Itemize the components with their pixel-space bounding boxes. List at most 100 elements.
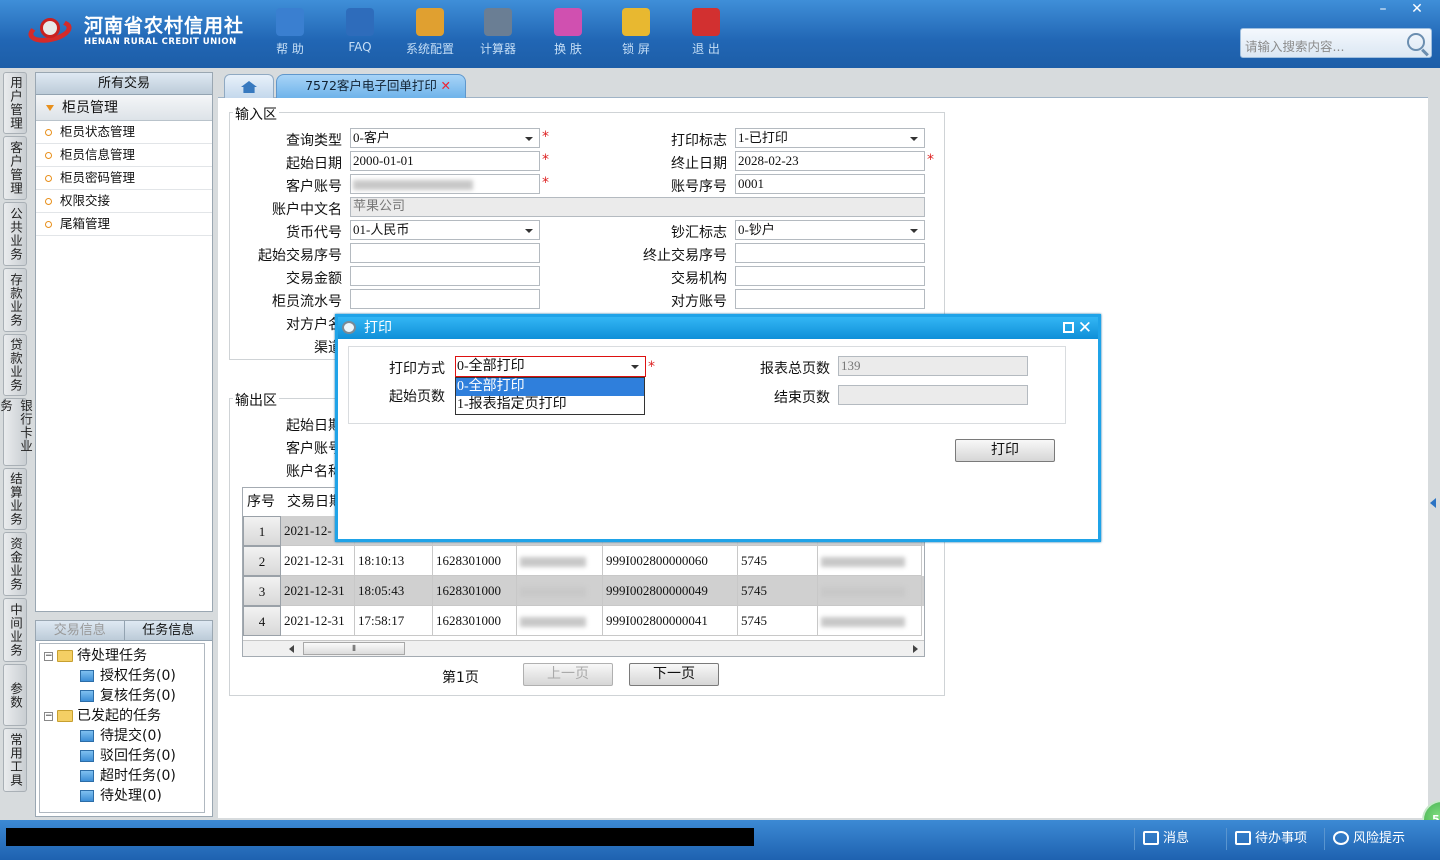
scroll-thumb[interactable]: ⦀ <box>303 642 405 655</box>
side-item-4[interactable]: 尾箱管理 <box>36 213 212 236</box>
side-group-teller-mgmt[interactable]: 柜员管理 <box>36 95 212 121</box>
print-dialog: 打印 ✕ 打印方式 0-全部打印 * 0-全部打印 1-报表指定页打印 起始页数… <box>335 314 1101 542</box>
collapse-arrow-icon[interactable] <box>1430 498 1436 508</box>
scroll-right-icon[interactable] <box>913 645 918 653</box>
tree-node[interactable]: 驳回任务(0) <box>80 746 176 766</box>
side-item-3[interactable]: 权限交接 <box>36 190 212 213</box>
left-tab-10[interactable]: 常用工具 <box>3 728 27 792</box>
task-panel: 交易信息 任务信息 − 待处理任务 授权任务(0) 复核任务(0) − 已发起的任务 待提交… <box>35 620 213 817</box>
toolbar-button-3[interactable]: 计算器 <box>468 8 528 57</box>
start-date-input[interactable]: 2000-01-01 <box>350 151 540 171</box>
table-cell: 999I002800000041 <box>603 606 738 636</box>
table-row[interactable]: 4 2021-12-31 17:58:17 1628301000 999I0028000… <box>243 606 924 636</box>
left-tab-7[interactable]: 资金业务 <box>3 532 27 596</box>
account-input[interactable] <box>350 174 540 194</box>
toolbar-button-2[interactable]: 系统配置 <box>400 8 460 57</box>
toolbar-button-0[interactable]: 帮 助 <box>260 8 320 57</box>
toolbar-button-5[interactable]: 锁 屏 <box>606 8 666 57</box>
toolbar-button-1[interactable]: FAQ <box>330 8 390 54</box>
table-cell: 999I002800000060 <box>603 546 738 576</box>
col-header-no[interactable]: 序号 <box>243 488 283 516</box>
task-icon <box>80 690 94 702</box>
query-type-select[interactable]: 0-客户 <box>350 128 540 148</box>
amount-input[interactable] <box>350 266 540 286</box>
dialog-close-icon[interactable]: ✕ <box>1078 317 1092 339</box>
tab-7572[interactable]: 7572客户电子回单打印 ✕ <box>276 74 466 98</box>
left-tab-3[interactable]: 存款业务 <box>3 268 27 332</box>
search-input[interactable]: 请输入搜索内容... <box>1240 28 1432 58</box>
output-legend: 输出区 <box>233 390 279 410</box>
account-seq-input[interactable]: 0001 <box>735 174 925 194</box>
tab-task-info[interactable]: 任务信息 <box>125 621 213 640</box>
masked-cell <box>517 576 603 606</box>
side-item-1[interactable]: 柜员信息管理 <box>36 144 212 167</box>
status-risk[interactable]: 风险提示 <box>1324 828 1434 850</box>
left-tab-5[interactable]: 银行卡业务 <box>0 398 33 466</box>
cash-flag-select[interactable]: 0-钞户 <box>735 220 925 240</box>
start-txn-seq-label: 起始交易序号 <box>258 248 342 264</box>
collapse-icon[interactable]: − <box>44 651 53 661</box>
amount-label: 交易金额 <box>286 271 342 287</box>
counter-account-input[interactable] <box>735 289 925 309</box>
status-todo[interactable]: 待办事项 <box>1226 828 1324 850</box>
left-tab-2[interactable]: 公共业务 <box>3 202 27 266</box>
print-mode-option[interactable]: 0-全部打印 <box>456 378 644 396</box>
end-date-input[interactable]: 2028-02-23 <box>735 151 925 171</box>
masked-cell <box>818 576 922 606</box>
scroll-left-icon[interactable] <box>289 645 294 653</box>
print-flag-select[interactable]: 1-已打印 <box>735 128 925 148</box>
tree-node[interactable]: 复核任务(0) <box>80 686 176 706</box>
tab-transaction-info[interactable]: 交易信息 <box>36 621 125 640</box>
home-tab[interactable] <box>224 74 274 98</box>
tab-close-icon[interactable]: ✕ <box>441 75 451 97</box>
prev-page-button[interactable]: 上一页 <box>523 663 613 686</box>
table-cell: 1628301000 <box>433 606 517 636</box>
tree-node[interactable]: 授权任务(0) <box>80 666 176 686</box>
org-input[interactable] <box>735 266 925 286</box>
toolbar-label: FAQ <box>348 40 372 54</box>
print-button[interactable]: 打印 <box>955 439 1055 462</box>
tree-node[interactable]: − 待处理任务 <box>44 646 147 666</box>
left-tab-0[interactable]: 用户管理 <box>3 72 27 134</box>
end-txn-seq-input[interactable] <box>735 243 925 263</box>
start-txn-seq-input[interactable] <box>350 243 540 263</box>
toolbar-button-4[interactable]: 换 肤 <box>538 8 598 57</box>
minimize-button[interactable]: – <box>1366 0 1400 20</box>
table-cell: 18:10:13 <box>355 546 433 576</box>
tree-node[interactable]: 超时任务(0) <box>80 766 176 786</box>
end-page-input[interactable] <box>838 385 1028 405</box>
maximize-icon[interactable] <box>1063 322 1074 333</box>
status-messages[interactable]: 消息 <box>1134 828 1226 850</box>
table-row[interactable]: 2 2021-12-31 18:10:13 1628301000 999I0028000… <box>243 546 924 576</box>
account-name-input: 苹果公司 <box>350 197 925 217</box>
left-tab-6[interactable]: 结算业务 <box>3 468 27 530</box>
collapse-icon[interactable]: − <box>44 711 53 721</box>
required-mark: * <box>542 129 549 145</box>
tree-node[interactable]: 待处理(0) <box>80 786 162 806</box>
start-page-label: 起始页数 <box>389 389 445 405</box>
print-mode-select[interactable]: 0-全部打印 <box>455 356 646 377</box>
teller-serial-input[interactable] <box>350 289 540 309</box>
table-cell: 3 <box>243 576 281 606</box>
currency-select[interactable]: 01-人民币 <box>350 220 540 240</box>
print-mode-option[interactable]: 1-报表指定页打印 <box>456 396 644 414</box>
task-icon <box>80 730 94 742</box>
logo-cn-text: 河南省农村信用社 <box>84 15 245 37</box>
search-placeholder: 请输入搜索内容... <box>1245 39 1345 54</box>
left-tab-1[interactable]: 客户管理 <box>3 136 27 200</box>
left-tab-9[interactable]: 参数 <box>3 664 27 726</box>
horizontal-scrollbar[interactable]: ⦀ <box>243 640 924 656</box>
left-tab-4[interactable]: 贷款业务 <box>3 334 27 396</box>
left-tab-8[interactable]: 中间业务 <box>3 598 27 662</box>
side-panel-header[interactable]: 所有交易 <box>36 73 212 95</box>
search-icon[interactable] <box>1407 33 1425 51</box>
tree-node[interactable]: − 已发起的任务 <box>44 706 161 726</box>
toolbar-button-6[interactable]: 退 出 <box>676 8 736 57</box>
table-row[interactable]: 3 2021-12-31 18:05:43 1628301000 999I0028000… <box>243 576 924 606</box>
print-mode-dropdown-list: 0-全部打印 1-报表指定页打印 <box>455 377 645 415</box>
side-item-2[interactable]: 柜员密码管理 <box>36 167 212 190</box>
close-window-button[interactable]: ✕ <box>1400 0 1434 20</box>
tree-node[interactable]: 待提交(0) <box>80 726 162 746</box>
next-page-button[interactable]: 下一页 <box>629 663 719 686</box>
side-item-0[interactable]: 柜员状态管理 <box>36 121 212 144</box>
